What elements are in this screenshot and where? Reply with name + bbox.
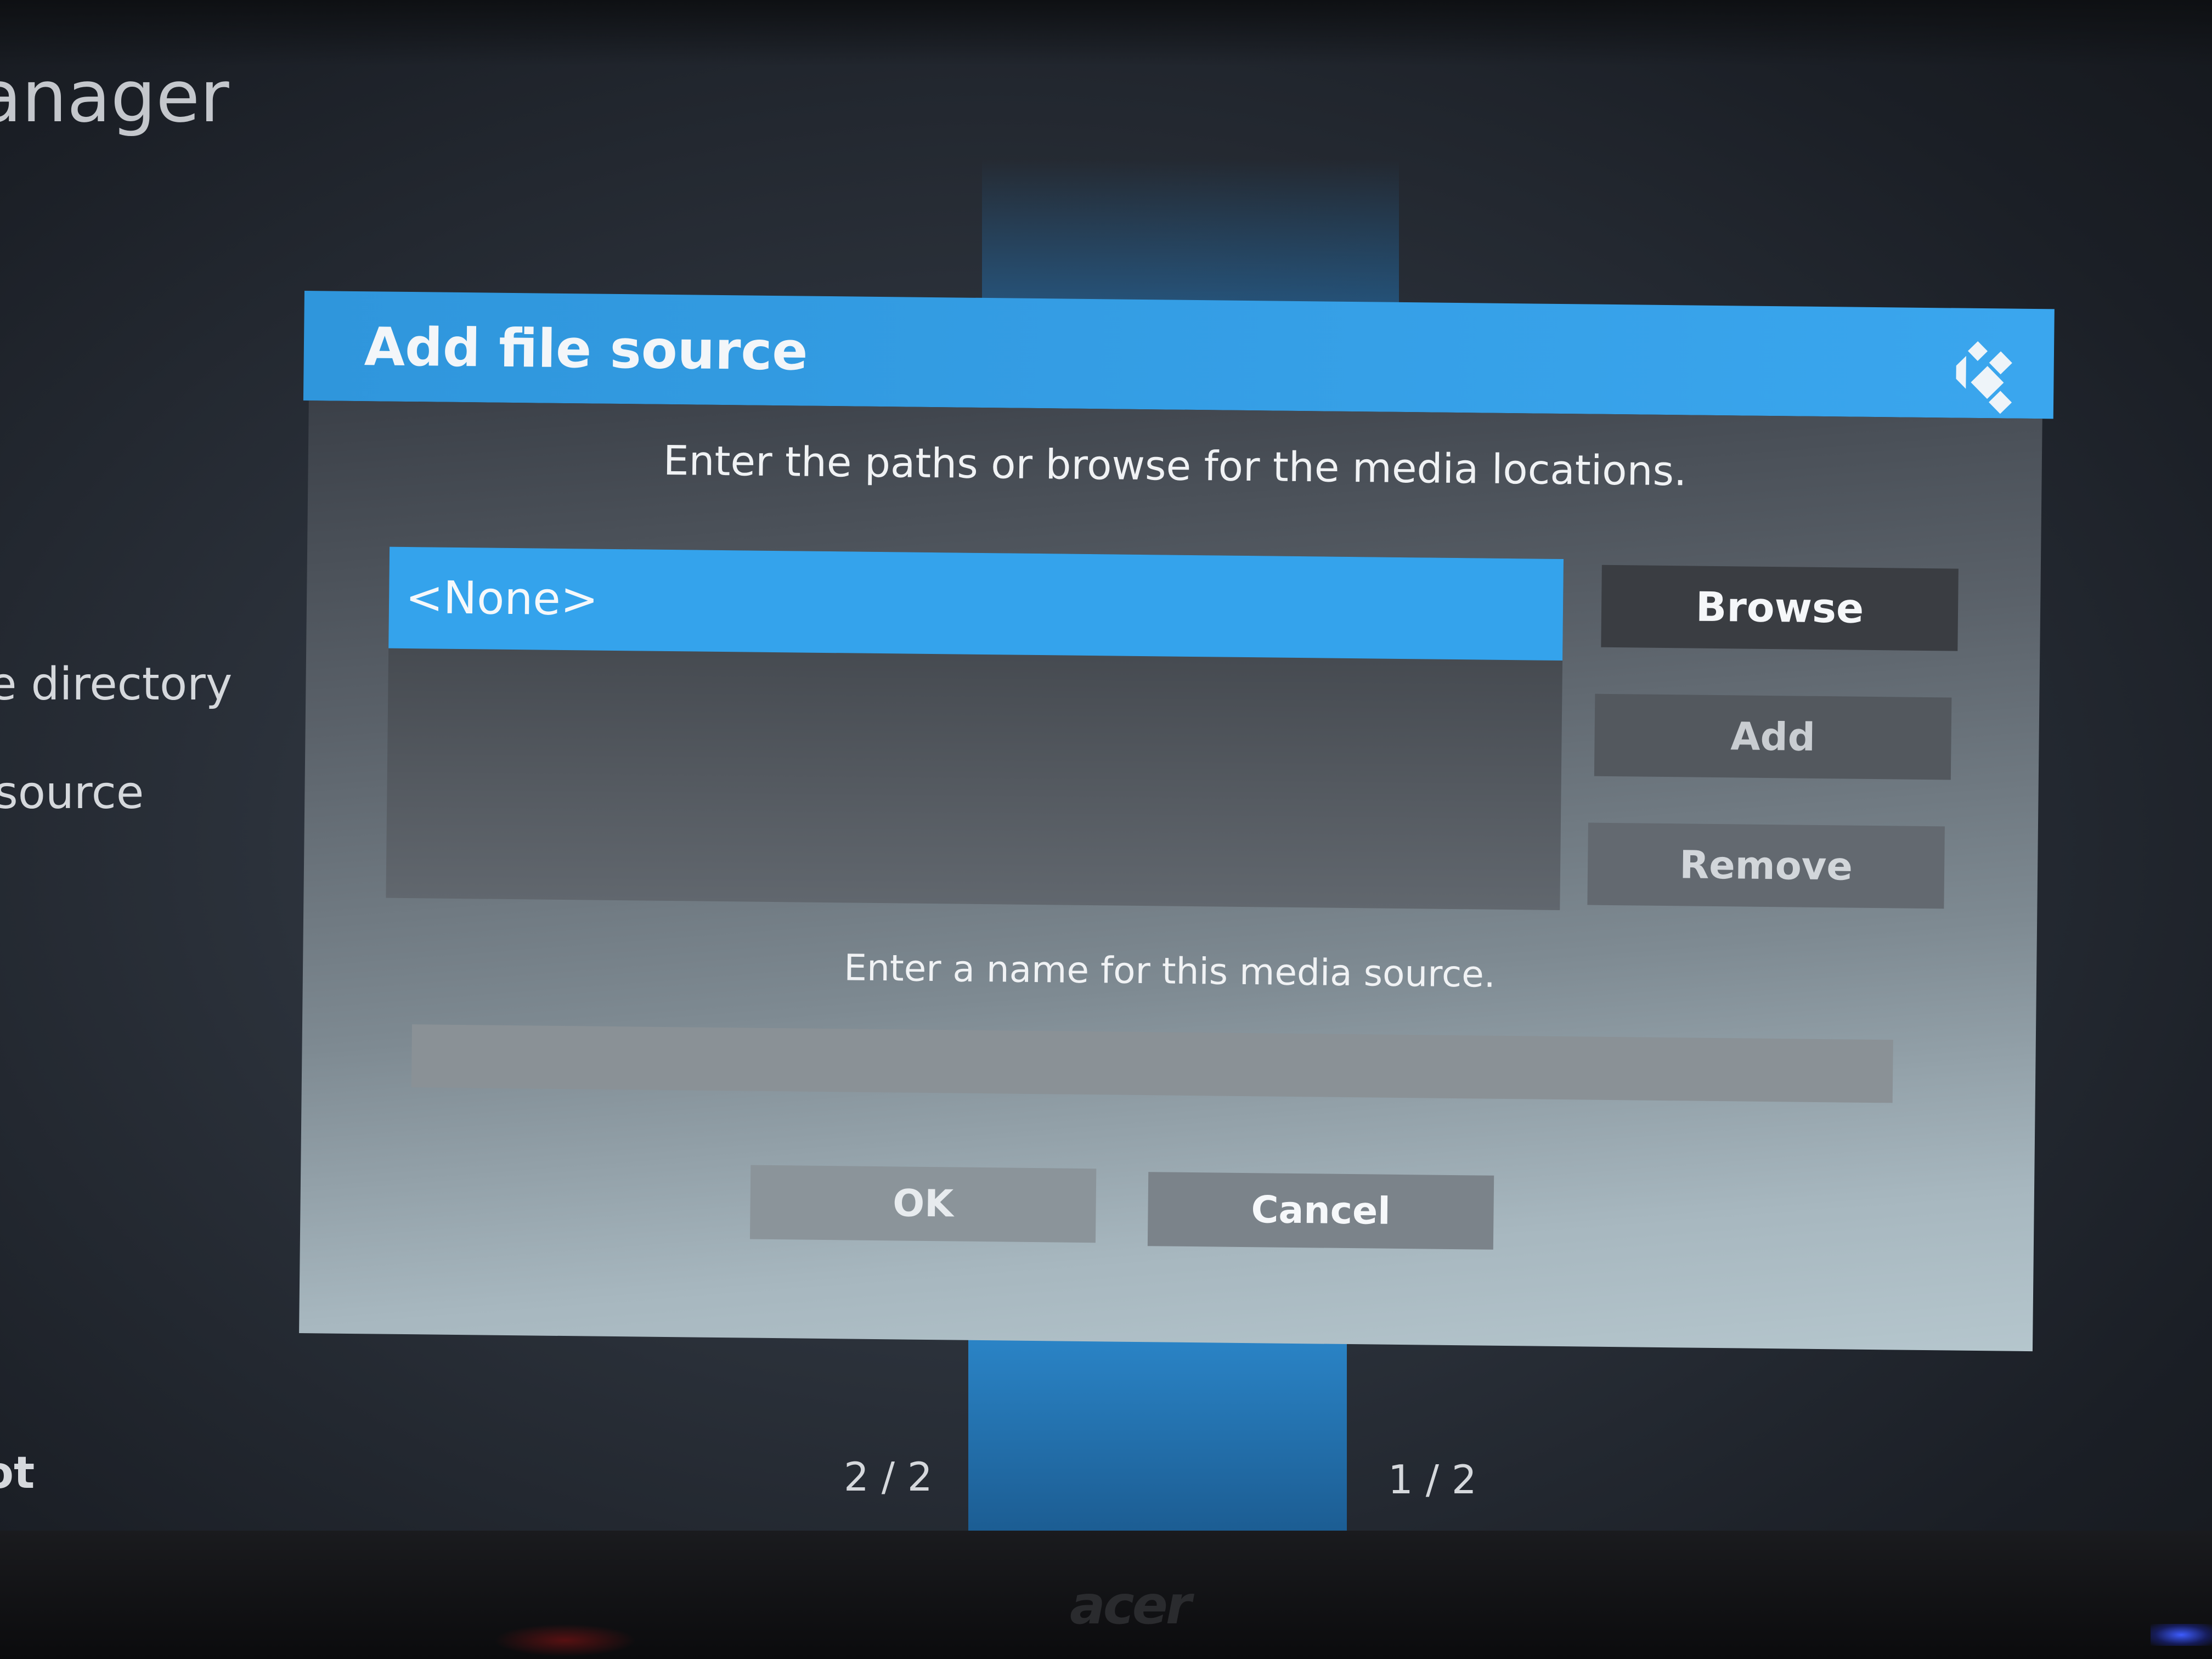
add-button[interactable]: Add [1594,693,1952,780]
path-list-item[interactable]: <None> [388,546,1564,661]
ok-button[interactable]: OK [749,1165,1097,1243]
power-led [2151,1624,2212,1646]
remove-button[interactable]: Remove [1587,822,1945,909]
kodi-logo-icon [1956,341,2012,414]
background-menu-item[interactable]: source [0,767,144,819]
dialog-header: Add file source [303,291,2055,419]
name-instruction: Enter a name for this media source. [843,946,1496,996]
path-list-item-label: <None> [405,571,599,626]
page-indicator: 1 / 2 [1388,1457,1477,1503]
paths-instruction: Enter the paths or browse for the media … [663,437,1688,495]
background-focus-highlight-bottom [968,1328,1347,1531]
tv-screen: anager e directory source ot 2 / 2 1 / 2… [0,0,2212,1531]
page-indicator: 2 / 2 [844,1454,933,1500]
monitor-brand-logo: acer [1070,1575,1192,1636]
dialog-title: Add file source [364,316,809,382]
screen-shade [0,0,2212,66]
browse-button[interactable]: Browse [1601,565,1959,651]
source-name-input[interactable] [411,1024,1893,1103]
background-window-title: anager [0,55,229,138]
add-file-source-dialog: Add file source Enter the paths or brows… [294,291,2055,1352]
red-reflection [494,1624,636,1657]
dialog-body: Enter the paths or browse for the media … [299,400,2042,1352]
background-menu-item[interactable]: ot [0,1447,35,1498]
path-list[interactable]: <None> [386,546,1564,911]
cancel-button[interactable]: Cancel [1147,1172,1494,1250]
background-menu-item[interactable]: e directory [0,658,232,710]
